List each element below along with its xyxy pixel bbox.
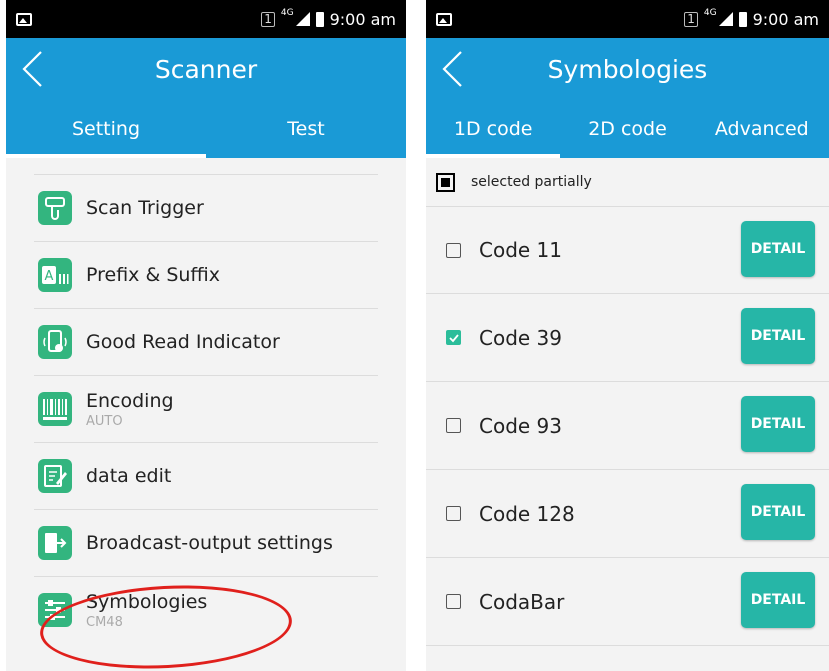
status-bar: 1 4G 9:00 am [426, 0, 829, 38]
tab-test[interactable]: Test [206, 100, 406, 158]
edit-icon [38, 459, 72, 493]
list-item-code-93: Code 93 DETAIL [426, 382, 829, 470]
prefix-suffix-icon: A [38, 258, 72, 292]
image-notification-icon [436, 12, 452, 26]
setting-label: Encoding [86, 389, 174, 412]
sim-indicator: 1 [261, 11, 275, 27]
tab-1d-code[interactable]: 1D code [426, 100, 561, 158]
tab-advanced[interactable]: Advanced [695, 100, 829, 158]
code-label: Code 11 [479, 238, 563, 262]
selection-legend: selected partially [426, 158, 829, 206]
sim-indicator: 1 [684, 11, 698, 27]
scanner-screen: 1 4G 9:00 am Scanner Setting Test Scan T… [6, 0, 406, 671]
detail-button[interactable]: DETAIL [741, 572, 815, 628]
codabar-checkbox[interactable] [446, 594, 461, 609]
detail-button[interactable]: DETAIL [741, 396, 815, 452]
setting-label: Broadcast-output settings [86, 532, 333, 554]
app-bar: Scanner [6, 38, 406, 100]
detail-button[interactable]: DETAIL [741, 308, 815, 364]
back-arrow-icon [442, 51, 462, 87]
checkmark-icon [448, 333, 459, 342]
setting-value: AUTO [86, 413, 123, 429]
clock: 9:00 am [329, 9, 396, 29]
setting-label: Good Read Indicator [86, 331, 280, 353]
battery-icon [315, 11, 324, 27]
setting-item-scan-trigger[interactable]: Scan Trigger [34, 174, 378, 241]
battery-icon [738, 11, 747, 27]
svg-text:A: A [45, 269, 54, 284]
signal-icon [295, 12, 310, 26]
network-type: 4G [280, 8, 294, 18]
list-item-code-128: Code 128 DETAIL [426, 470, 829, 558]
code-39-checkbox[interactable] [446, 330, 461, 345]
symbology-list: Code 11 DETAIL Code 39 DETAIL Code 93 DE… [426, 206, 829, 646]
back-button[interactable] [432, 46, 472, 92]
setting-item-prefix-suffix[interactable]: A Prefix & Suffix [34, 241, 378, 308]
code-93-checkbox[interactable] [446, 418, 461, 433]
back-arrow-icon [22, 51, 42, 87]
scan-trigger-icon [38, 191, 72, 225]
page-title: Symbologies [547, 54, 708, 84]
status-bar: 1 4G 9:00 am [6, 0, 406, 38]
setting-label: data edit [86, 465, 172, 487]
setting-item-data-edit[interactable]: data edit [34, 442, 378, 509]
tab-setting[interactable]: Setting [6, 100, 206, 158]
app-bar: Symbologies [426, 38, 829, 100]
clock: 9:00 am [752, 9, 819, 29]
signal-icon [718, 12, 733, 26]
network-type: 4G [703, 8, 717, 18]
setting-item-encoding[interactable]: Encoding AUTO [34, 375, 378, 442]
barcode-icon [38, 392, 72, 426]
code-11-checkbox[interactable] [446, 242, 461, 258]
detail-button[interactable]: DETAIL [741, 484, 815, 540]
tab-2d-code[interactable]: 2D code [560, 100, 694, 158]
broadcast-output-icon [38, 526, 72, 560]
list-item-code-39: Code 39 DETAIL [426, 294, 829, 382]
code-128-checkbox[interactable] [446, 506, 461, 521]
code-label: Code 128 [479, 501, 575, 526]
detail-button[interactable]: DETAIL [741, 221, 815, 277]
tab-bar: Setting Test [6, 100, 406, 158]
image-notification-icon [16, 12, 32, 26]
code-label: CodaBar [479, 589, 565, 614]
code-label: Code 93 [479, 413, 563, 438]
setting-item-broadcast-output[interactable]: Broadcast-output settings [34, 509, 378, 576]
code-label: Code 39 [479, 325, 563, 350]
setting-label: Prefix & Suffix [86, 264, 221, 286]
back-button[interactable] [12, 46, 52, 92]
page-title: Scanner [154, 54, 258, 84]
tab-bar: 1D code 2D code Advanced [426, 100, 829, 158]
setting-item-good-read-indicator[interactable]: Good Read Indicator [34, 308, 378, 375]
legend-label: selected partially [471, 174, 592, 190]
good-read-indicator-icon [38, 325, 72, 359]
setting-label: Scan Trigger [86, 197, 204, 219]
list-item-codabar: CodaBar DETAIL [426, 558, 829, 646]
settings-list: Scan Trigger A Prefix & Suffix Good Read… [6, 174, 406, 643]
partial-selection-icon [436, 172, 455, 192]
list-item-code-11: Code 11 DETAIL [426, 206, 829, 294]
symbologies-screen: 1 4G 9:00 am Symbologies 1D code 2D code… [426, 0, 829, 671]
